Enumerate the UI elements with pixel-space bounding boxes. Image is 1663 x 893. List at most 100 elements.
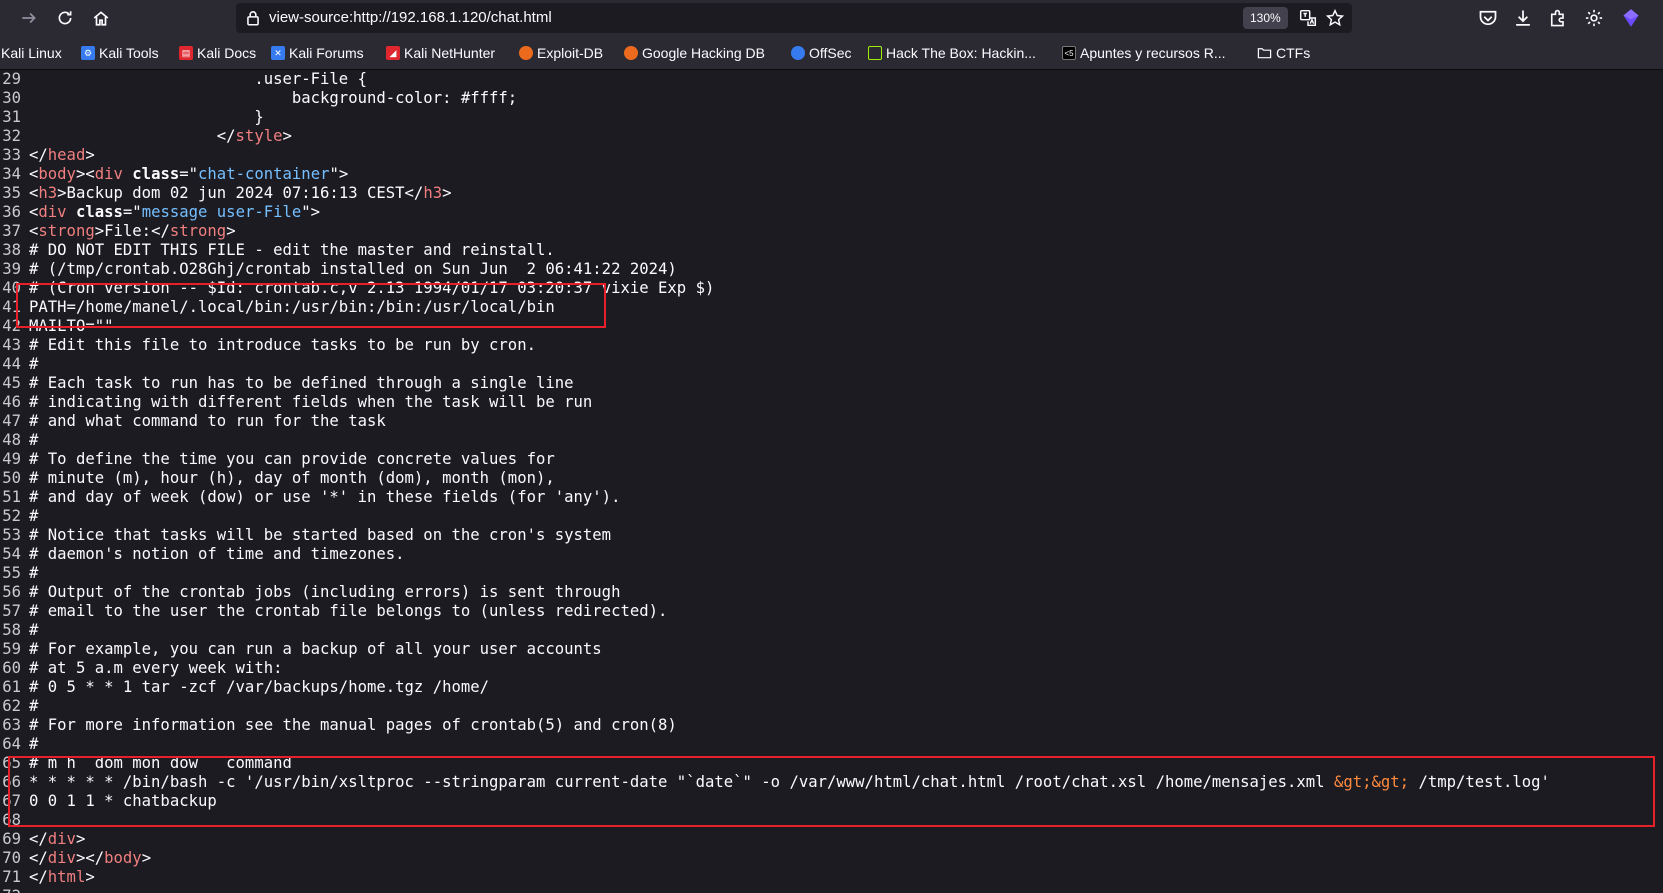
code-token: chat-container xyxy=(198,165,330,183)
source-line: 34 <body><div class="chat-container"> xyxy=(0,165,1663,184)
line-code: # email to the user the crontab file bel… xyxy=(29,602,667,621)
hackthebox-icon xyxy=(868,46,882,60)
line-code: # (/tmp/crontab.O28Ghj/crontab installed… xyxy=(29,260,677,279)
line-code: <h3>Backup dom 02 jun 2024 07:16:13 CEST… xyxy=(29,184,452,203)
code-token: # 0 5 * * 1 tar -zcf /var/backups/home.t… xyxy=(29,678,490,696)
line-code: </div></body> xyxy=(29,849,151,868)
gear-icon[interactable] xyxy=(1584,8,1604,28)
home-button[interactable] xyxy=(88,5,114,31)
source-line: 63 # For more information see the manual … xyxy=(0,716,1663,735)
line-number: 54 xyxy=(2,545,21,563)
line-number: 63 xyxy=(2,716,21,734)
line-code: # DO NOT EDIT THIS FILE - edit the maste… xyxy=(29,241,555,260)
reload-icon xyxy=(58,11,72,25)
bookmark-hack-the-box[interactable]: Hack The Box: Hackin... xyxy=(868,44,1036,62)
line-number: 70 xyxy=(2,849,21,867)
line-code: # Each task to run has to be defined thr… xyxy=(29,374,574,393)
line-code: </div> xyxy=(29,830,85,849)
code-token: div xyxy=(47,849,76,867)
lock-icon[interactable] xyxy=(244,9,262,27)
bookmark-label: Exploit-DB xyxy=(537,45,604,61)
translate-icon[interactable] xyxy=(1299,9,1317,27)
source-line: 36 <div class="message user-File"> xyxy=(0,203,1663,222)
code-token: strong xyxy=(169,222,227,240)
source-line: 33 </head> xyxy=(0,146,1663,165)
source-line: 45 # Each task to run has to be defined t… xyxy=(0,374,1663,393)
code-token: >File:</ xyxy=(94,222,170,240)
line-code: <body><div class="chat-container"> xyxy=(29,165,348,184)
home-icon xyxy=(93,11,109,26)
bookmark-kali-tools[interactable]: ⚙ Kali Tools xyxy=(81,44,159,62)
code-token: # For more information see the manual pa… xyxy=(29,716,677,734)
code-token: </ xyxy=(29,127,236,145)
line-code: # and what command to run for the task xyxy=(29,412,386,431)
line-code: # xyxy=(29,564,38,583)
code-token: # minute (m), hour (h), day of month (do… xyxy=(29,469,555,487)
code-token: body xyxy=(38,165,76,183)
code-token: # xyxy=(29,355,39,373)
code-token: "> xyxy=(329,165,349,183)
bookmark-kali-forums[interactable]: ✕ Kali Forums xyxy=(271,44,364,62)
line-number: 72 xyxy=(0,887,21,893)
code-token: html xyxy=(47,868,86,886)
line-number: 30 xyxy=(2,89,21,107)
line-number: 33 xyxy=(2,146,21,164)
code-token: # Notice that tasks will be started base… xyxy=(29,526,612,544)
code-token: >Backup dom 02 jun 2024 07:16:13 CEST</ xyxy=(57,184,424,202)
code-token: > xyxy=(226,222,236,240)
source-line: 60 # at 5 a.m every week with: xyxy=(0,659,1663,678)
source-line: 71 </html> xyxy=(0,868,1663,887)
line-code: # xyxy=(29,697,38,716)
line-number: 53 xyxy=(2,526,21,544)
extensions-icon[interactable] xyxy=(1548,8,1568,28)
line-code: .user-File { xyxy=(29,70,367,89)
bookmark-kali-docs[interactable]: ▤ Kali Docs xyxy=(179,44,256,62)
source-line: 38 # DO NOT EDIT THIS FILE - edit the mas… xyxy=(0,241,1663,260)
line-number: 36 xyxy=(2,203,21,221)
forward-button[interactable] xyxy=(16,5,42,31)
source-line: 52 # xyxy=(0,507,1663,526)
bookmark-offsec[interactable]: OffSec xyxy=(791,44,852,62)
star-bookmark-icon[interactable] xyxy=(1326,9,1344,27)
bookmark-folder-ctfs[interactable]: CTFs xyxy=(1257,44,1310,62)
line-number: 62 xyxy=(2,697,21,715)
code-token: h3 xyxy=(423,184,443,202)
url-text[interactable]: view-source:http://192.168.1.120/chat.ht… xyxy=(269,9,552,26)
bookmark-kali-linux[interactable]: Kali Linux xyxy=(1,44,62,62)
url-bar[interactable]: view-source:http://192.168.1.120/chat.ht… xyxy=(236,3,1352,33)
bookmark-apuntes[interactable]: <5 Apuntes y recursos R... xyxy=(1062,44,1226,62)
bookmark-label: OffSec xyxy=(809,45,852,61)
bookmark-exploit-db[interactable]: Exploit-DB xyxy=(519,44,603,62)
source-line: 64 # xyxy=(0,735,1663,754)
line-code: </head> xyxy=(29,146,95,165)
code-token: body xyxy=(104,849,142,867)
line-code: # at 5 a.m every week with: xyxy=(29,659,282,678)
bookmark-google-hacking-db[interactable]: Google Hacking DB xyxy=(624,44,765,62)
source-line: 54 # daemon's notion of time and timezone… xyxy=(0,545,1663,564)
proton-vpn-icon[interactable] xyxy=(1621,8,1641,28)
line-code: # Edit this file to introduce tasks to b… xyxy=(29,336,536,355)
code-token: # For example, you can run a backup of a… xyxy=(29,640,602,658)
pocket-icon[interactable] xyxy=(1478,8,1498,28)
source-line: 58 # xyxy=(0,621,1663,640)
kali-forums-icon: ✕ xyxy=(271,46,285,60)
code-token: head xyxy=(47,146,86,164)
line-number: 46 xyxy=(2,393,21,411)
source-line: 35 <h3>Backup dom 02 jun 2024 07:16:13 CE… xyxy=(0,184,1663,203)
code-token: ></ xyxy=(75,849,105,867)
code-token: # and day of week (dow) or use '*' in th… xyxy=(29,488,621,506)
code-token: # Each task to run has to be defined thr… xyxy=(29,374,574,392)
line-code: # minute (m), hour (h), day of month (do… xyxy=(29,469,555,488)
code-token: # xyxy=(29,735,39,753)
bookmark-label: Kali Tools xyxy=(99,45,159,61)
bookmark-kali-nethunter[interactable]: ◢ Kali NetHunter xyxy=(386,44,495,62)
reload-button[interactable] xyxy=(52,5,78,31)
line-number: 43 xyxy=(2,336,21,354)
zoom-level-badge[interactable]: 130% xyxy=(1243,7,1288,29)
code-token: message user-File xyxy=(141,203,302,221)
code-token: # xyxy=(29,564,39,582)
line-code: # Notice that tasks will be started base… xyxy=(29,526,611,545)
source-line: 50 # minute (m), hour (h), day of month (… xyxy=(0,469,1663,488)
download-icon[interactable] xyxy=(1513,8,1533,28)
